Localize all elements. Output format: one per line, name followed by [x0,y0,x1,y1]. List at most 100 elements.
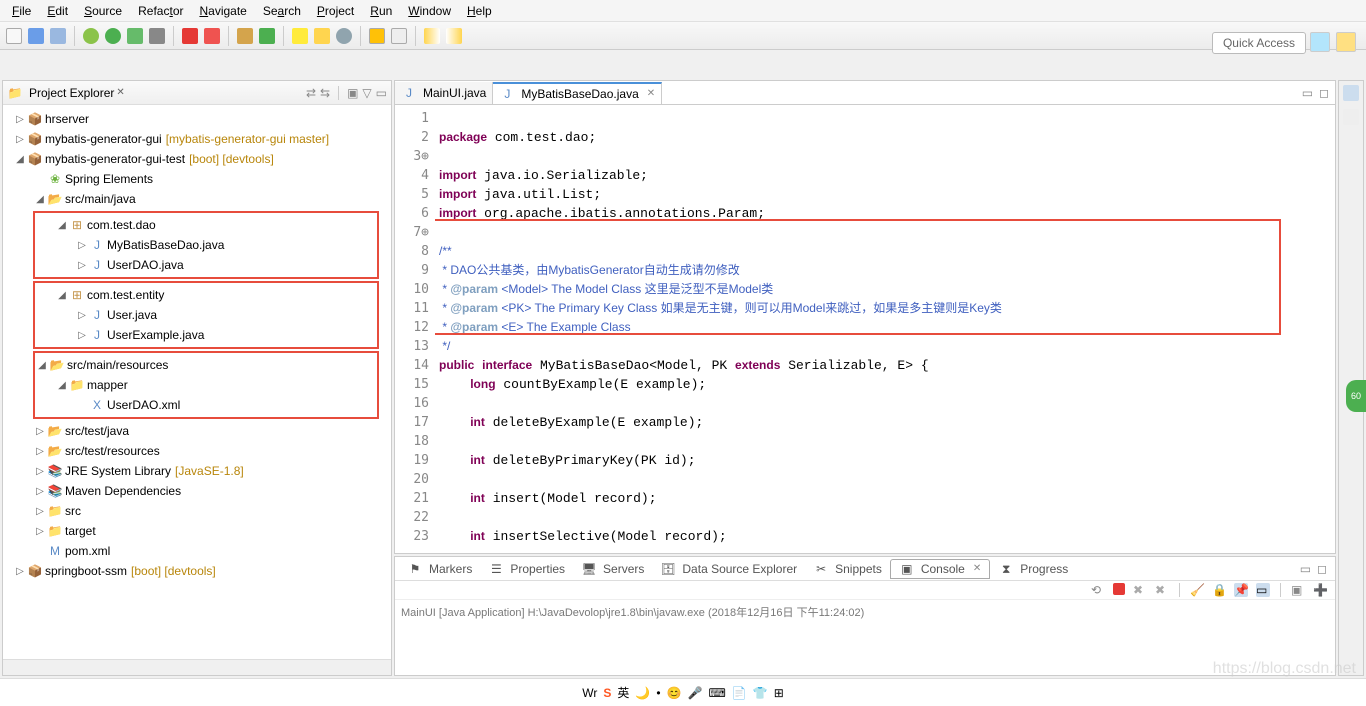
moon-icon[interactable]: 🌙 [635,686,650,700]
doc-icon[interactable]: 📄 [732,686,747,700]
mic-icon[interactable]: 🎤 [688,686,703,700]
tasks-icon[interactable] [1343,109,1359,125]
new-console-icon[interactable]: ➕ [1313,583,1327,597]
debug-icon[interactable] [83,28,99,44]
coverage-icon[interactable] [149,28,165,44]
link-editor-icon[interactable]: ⇆ [320,86,330,100]
menu-window[interactable]: Window [400,2,459,20]
open-task-icon[interactable] [314,28,330,44]
console-output[interactable]: MainUI [Java Application] H:\JavaDevolop… [395,600,1335,675]
run-last-icon[interactable] [127,28,143,44]
tree-item-entity[interactable]: com.test.entity [87,288,164,302]
tree-item-dao[interactable]: com.test.dao [87,218,156,232]
focus-icon[interactable]: ▣ [347,86,358,100]
menu-source[interactable]: Source [76,2,130,20]
tab-mainui[interactable]: J MainUI.java [395,82,493,104]
search-icon[interactable] [336,28,352,44]
menu-run[interactable]: Run [362,2,400,20]
close-icon[interactable]: ✕ [116,87,124,98]
dot-icon[interactable]: • [656,686,660,700]
menu-project[interactable]: Project [309,2,362,20]
tree-item-jre[interactable]: JRE System Library [65,464,171,478]
menu-refactor[interactable]: Refactor [130,2,191,20]
tree-item-srcmainres[interactable]: src/main/resources [67,358,168,372]
new-icon[interactable] [6,28,22,44]
scroll-lock-icon[interactable]: 🔒 [1212,583,1226,597]
grid-icon[interactable]: ⊞ [774,686,784,700]
tree-item-basedao[interactable]: MyBatisBaseDao.java [107,238,224,252]
keyboard-icon[interactable]: ⌨ [708,686,725,700]
ime-lang[interactable]: 英 [617,684,629,701]
tree-item-mggt[interactable]: mybatis-generator-gui-test [45,152,185,166]
display-icon[interactable]: ▭ [1256,583,1270,597]
perspective-open-icon[interactable] [1336,32,1356,52]
tab-servers[interactable]: 🖥Servers [573,560,652,578]
stop-icon[interactable] [182,28,198,44]
maximize-icon[interactable]: ◻ [1317,562,1327,576]
tab-properties[interactable]: ☰Properties [480,560,573,578]
menu-search[interactable]: Search [255,2,309,20]
quick-access-field[interactable]: Quick Access [1212,32,1306,54]
save-all-icon[interactable] [50,28,66,44]
tree-item-target[interactable]: target [65,524,96,538]
new-class-icon[interactable] [259,28,275,44]
menu-navigate[interactable]: Navigate [191,2,254,20]
tree-item-userdao[interactable]: UserDAO.java [107,258,184,272]
tree-item-spring[interactable]: Spring Elements [65,172,153,186]
tab-snippets[interactable]: ✂Snippets [805,560,890,578]
menu-help[interactable]: Help [459,2,500,20]
close-icon[interactable]: ✕ [647,88,655,99]
pin-icon[interactable]: 📌 [1234,583,1248,597]
nav-fwd-icon[interactable] [446,28,462,44]
nav-back-icon[interactable] [424,28,440,44]
save-icon[interactable] [28,28,44,44]
tab-progress[interactable]: ⧗Progress [990,560,1076,578]
new-package-icon[interactable] [237,28,253,44]
tab-dse[interactable]: 🗄Data Source Explorer [652,560,805,578]
minimize-icon[interactable]: ▭ [376,86,387,100]
close-icon[interactable]: ✕ [973,563,981,574]
tree-item-srctestres[interactable]: src/test/resources [65,444,160,458]
menu-edit[interactable]: Edit [39,2,76,20]
open-console-icon[interactable]: ▣ [1291,583,1305,597]
tree-item-srcmainjava[interactable]: src/main/java [65,192,136,206]
remove-icon[interactable]: ✖ [1155,583,1169,597]
smile-icon[interactable]: 😊 [667,686,682,700]
maximize-icon[interactable]: ◻ [1319,86,1329,100]
project-tree[interactable]: ▷📦hrserver ▷📦mybatis-generator-gui[mybat… [3,105,391,659]
minimize-icon[interactable]: ▭ [1300,562,1311,576]
minimize-icon[interactable]: ▭ [1302,86,1313,100]
open-type-icon[interactable] [292,28,308,44]
terminate-icon[interactable] [1113,583,1125,595]
tree-item-userdaoxml[interactable]: UserDAO.xml [107,398,180,412]
tree-item-ssm[interactable]: springboot-ssm [45,564,127,578]
scrollbar-h[interactable] [3,659,391,675]
menu-file[interactable]: FFileile [4,2,39,20]
shirt-icon[interactable]: 👕 [753,686,768,700]
view-menu-icon[interactable]: ▽ [362,86,371,100]
tab-basedao[interactable]: J MyBatisBaseDao.java ✕ [493,82,662,104]
relaunch-icon[interactable] [204,28,220,44]
tree-item-hrserver[interactable]: hrserver [45,112,89,126]
terminate-relaunch-icon[interactable]: ⟲ [1091,583,1105,597]
tree-item-srctestjava[interactable]: src/test/java [65,424,129,438]
tree-item-pom[interactable]: pom.xml [65,544,110,558]
tree-item-mgg[interactable]: mybatis-generator-gui [45,132,162,146]
toggle-block-icon[interactable] [391,28,407,44]
run-icon[interactable] [105,28,121,44]
tree-item-mapper[interactable]: mapper [87,378,128,392]
sogou-badge[interactable]: 60 [1346,380,1366,412]
tree-item-maven[interactable]: Maven Dependencies [65,484,181,498]
tree-item-src[interactable]: src [65,504,81,518]
perspective-java-icon[interactable] [1310,32,1330,52]
code-area[interactable]: package com.test.dao; import java.io.Ser… [435,105,1335,553]
toggle-mark-icon[interactable] [369,28,385,44]
tab-markers[interactable]: ⚑Markers [399,560,480,578]
outline-icon[interactable] [1343,85,1359,101]
tab-console[interactable]: ▣Console✕ [890,559,990,579]
sogou-icon[interactable]: S [603,686,611,700]
collapse-all-icon[interactable]: ⇄ [306,86,316,100]
remove-all-icon[interactable]: ✖ [1133,583,1147,597]
tree-item-user[interactable]: User.java [107,308,157,322]
tree-item-userexample[interactable]: UserExample.java [107,328,204,342]
